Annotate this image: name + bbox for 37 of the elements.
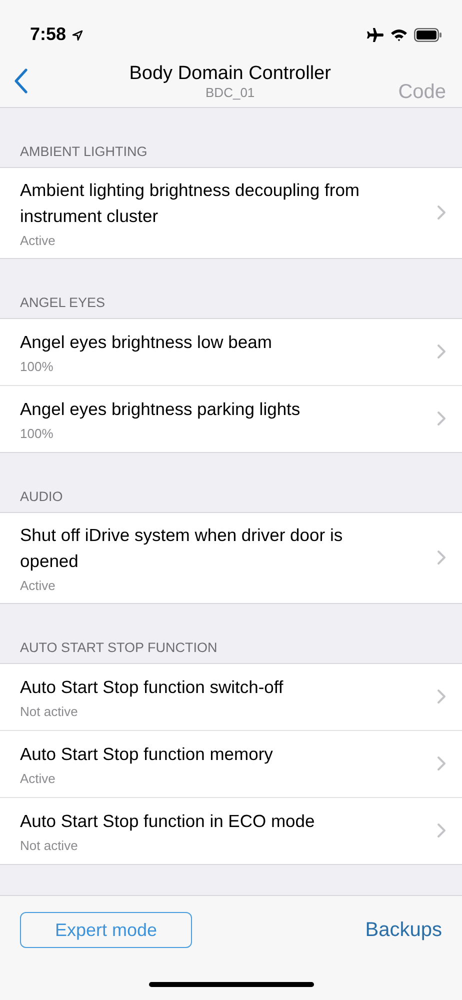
setting-title: Auto Start Stop function in ECO mode [20, 810, 316, 833]
setting-value: 100% [20, 359, 54, 374]
chevron-right-icon [437, 411, 446, 426]
screen-title: Body Domain Controller [129, 62, 331, 84]
setting-row[interactable]: Auto Start Stop function in ECO mode Not active [0, 798, 462, 864]
setting-row[interactable]: Auto Start Stop function memory Active [0, 731, 462, 798]
chevron-right-icon [437, 550, 446, 565]
setting-title: Auto Start Stop function switch-off [20, 676, 284, 699]
chevron-right-icon [437, 344, 446, 359]
setting-title: Ambient lighting brightness decoupling from instrument cluster [20, 179, 360, 228]
chevron-right-icon [437, 756, 446, 771]
setting-row[interactable]: Shut off iDrive system when driver door is opened Active [0, 513, 462, 603]
back-chevron-icon [14, 68, 28, 94]
setting-title: Angel eyes brightness parking lights [20, 398, 302, 421]
airplane-icon [366, 26, 384, 42]
backups-button[interactable]: Backups [365, 918, 442, 942]
wifi-icon [390, 28, 408, 42]
setting-row[interactable]: Angel eyes brightness parking lights 100% [0, 386, 462, 452]
chevron-right-icon [437, 689, 446, 704]
setting-value: 100% [20, 426, 54, 441]
status-time: 7:58 [30, 24, 66, 45]
setting-row[interactable]: Auto Start Stop function switch-off Not active [0, 664, 462, 731]
setting-title: Auto Start Stop function memory [20, 743, 274, 766]
setting-row[interactable]: Ambient lighting brightness decoupling from instrument cluster Active [0, 168, 462, 258]
setting-row[interactable]: Angel eyes brightness low beam 100% [0, 319, 462, 386]
screen-subtitle: BDC_01 [206, 84, 255, 100]
chevron-right-icon [437, 823, 446, 838]
setting-value: Active [20, 771, 56, 786]
setting-title: Angel eyes brightness low beam [20, 331, 273, 354]
setting-title: Shut off iDrive system when driver door is opened [20, 524, 344, 573]
battery-icon [414, 28, 442, 42]
setting-value: Active [20, 578, 56, 593]
chevron-right-icon [437, 205, 446, 220]
setting-value: Not active [20, 838, 79, 853]
location-arrow-icon [72, 30, 84, 41]
setting-value: Active [20, 233, 56, 248]
setting-value: Not active [20, 704, 79, 719]
